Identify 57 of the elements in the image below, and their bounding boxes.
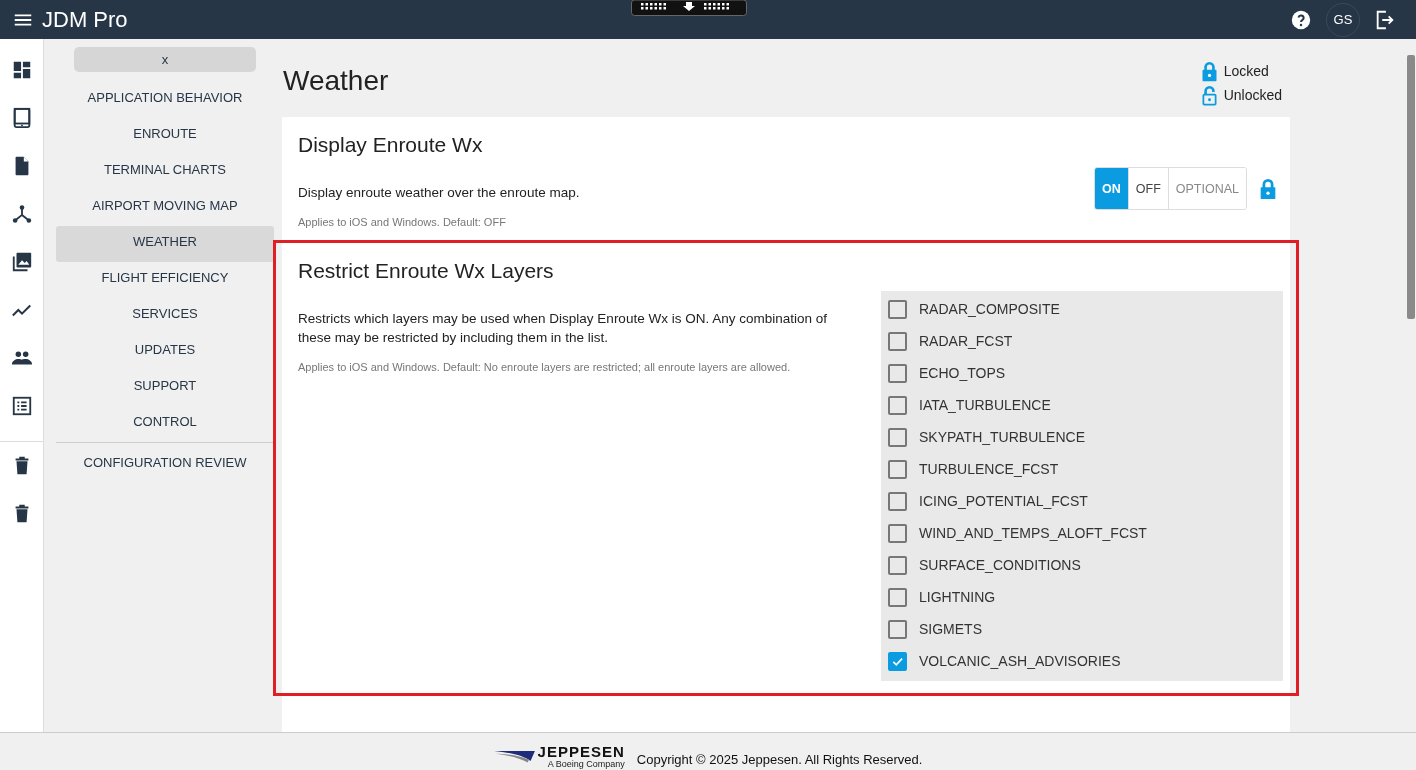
- copyright-text: Copyright © 2025 Jeppesen. All Rights Reserved.: [636, 752, 923, 767]
- nav-item[interactable]: SERVICES: [56, 298, 274, 334]
- checkbox[interactable]: [888, 587, 907, 607]
- nav-item[interactable]: CONTROL: [56, 406, 274, 442]
- nav-item[interactable]: ENROUTE: [56, 118, 274, 154]
- network-icon[interactable]: [10, 203, 33, 225]
- checkbox-label: ICING_POTENTIAL_FCST: [919, 493, 1088, 509]
- checkbox-label: SKYPATH_TURBULENCE: [919, 429, 1085, 445]
- checkbox[interactable]: [888, 299, 907, 319]
- nav-item[interactable]: CONFIGURATION REVIEW: [56, 447, 274, 483]
- close-button[interactable]: x: [74, 47, 256, 72]
- setting-description: Restricts which layers may be used when Display Enroute Wx is ON. Any combination of these may be restricted by including them in the list.: [298, 310, 828, 347]
- checkbox[interactable]: [888, 427, 907, 447]
- checkbox[interactable]: [888, 491, 907, 511]
- list-icon[interactable]: [10, 395, 33, 417]
- brand-name: JEPPESEN: [537, 744, 625, 759]
- checkbox[interactable]: [888, 651, 907, 671]
- checkbox[interactable]: [888, 331, 907, 351]
- help-icon[interactable]: [1290, 8, 1312, 31]
- setting-description: Display enroute weather over the enroute map.: [298, 184, 581, 202]
- nav-item[interactable]: SUPPORT: [56, 370, 274, 406]
- checkbox-label: RADAR_COMPOSITE: [919, 301, 1060, 317]
- nav-item[interactable]: TERMINAL CHARTS: [56, 154, 274, 190]
- nav-item[interactable]: UPDATES: [56, 334, 274, 370]
- user-avatar[interactable]: GS: [1326, 2, 1360, 37]
- checkbox-label: VOLCANIC_ASH_ADVISORIES: [919, 653, 1121, 669]
- setting-title: Restrict Enroute Wx Layers: [298, 259, 555, 283]
- checkbox-label: SURFACE_CONDITIONS: [919, 557, 1081, 573]
- checkbox[interactable]: [888, 363, 907, 383]
- checkbox-label: IATA_TURBULENCE: [919, 397, 1051, 413]
- setting-title: Display Enroute Wx: [298, 133, 484, 157]
- nav-item[interactable]: WEATHER: [56, 226, 274, 262]
- nav-item[interactable]: FLIGHT EFFICIENCY: [56, 262, 274, 298]
- nav-item[interactable]: AIRPORT MOVING MAP: [56, 190, 274, 226]
- image-library-icon[interactable]: [10, 251, 33, 273]
- checkbox-label: LIGHTNING: [919, 589, 996, 605]
- checkbox[interactable]: [888, 555, 907, 575]
- checkbox-label: SIGMETS: [919, 621, 982, 637]
- checkbox-label: TURBULENCE_FCST: [919, 461, 1059, 477]
- checkbox-label: WIND_AND_TEMPS_ALOFT_FCST: [919, 525, 1147, 541]
- app-title: JDM Pro: [42, 6, 128, 33]
- checkbox-label: RADAR_FCST: [919, 333, 1013, 349]
- setting-note: Applies to iOS and Windows. Default: No enroute layers are restricted; all enroute layers are allowed.: [298, 361, 792, 373]
- checkbox[interactable]: [888, 619, 907, 639]
- brand-tagline: A Boeing Company: [547, 759, 625, 769]
- remote-control-handle-icon[interactable]: [631, 0, 747, 16]
- nav-item[interactable]: APPLICATION BEHAVIOR: [56, 82, 274, 118]
- checkbox[interactable]: [888, 523, 907, 543]
- checkbox-label: ECHO_TOPS: [919, 365, 1006, 381]
- setting-note: Applies to iOS and Windows. Default: OFF: [298, 216, 507, 228]
- checkbox[interactable]: [888, 459, 907, 479]
- logout-icon[interactable]: [1374, 8, 1396, 31]
- checkbox[interactable]: [888, 395, 907, 415]
- legend-label: Locked: [1223, 63, 1269, 79]
- page-title: Weather: [283, 65, 389, 98]
- option-button[interactable]: OPTIONAL: [1167, 168, 1246, 209]
- legend-label: Unlocked: [1223, 87, 1282, 103]
